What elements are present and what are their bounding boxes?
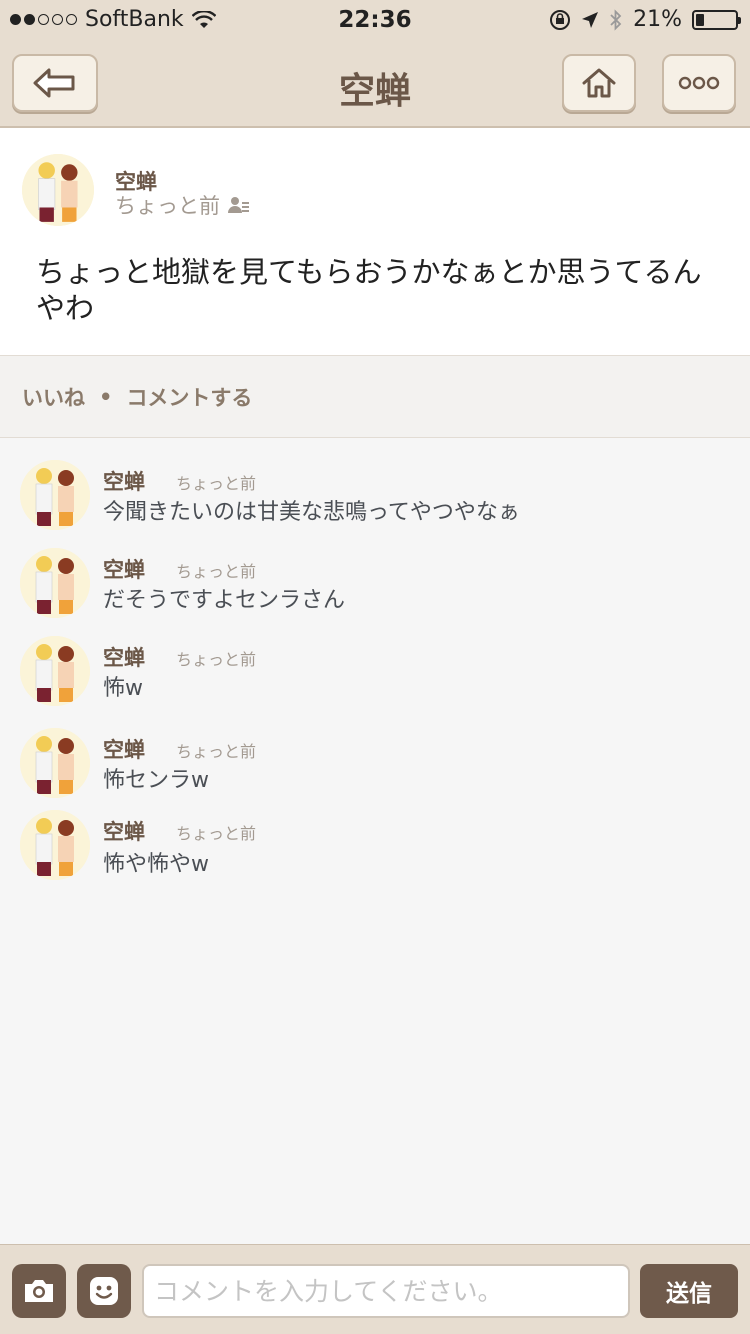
comment-input[interactable] — [142, 1264, 630, 1318]
page-title: 空蝉 — [338, 71, 411, 112]
comment-item: 空蝉 ちょっと前 今聞きたいのは甘美な悲鳴ってやつやなぁ — [0, 450, 750, 540]
post-actions: いいね • コメントする — [0, 356, 750, 438]
send-button[interactable]: 送信 — [640, 1264, 738, 1318]
comment-time: ちょっと前 — [176, 474, 257, 493]
avatar-illustration — [20, 810, 90, 880]
avatar-illustration — [20, 548, 90, 618]
comment-author: 空蝉 — [103, 558, 145, 582]
like-button[interactable]: いいね — [22, 382, 85, 412]
camera-icon — [25, 1280, 53, 1302]
post-body: ちょっと地獄を見てもらおうかなぁとか思うてるんやわ — [36, 255, 702, 325]
avatar[interactable] — [20, 636, 90, 706]
contacts-icon — [228, 197, 249, 213]
comment-item: 空蝉 ちょっと前 だそうですよセンラさん — [0, 538, 750, 628]
location-icon — [582, 11, 599, 28]
home-icon — [582, 68, 616, 98]
status-right: 21% — [549, 7, 741, 32]
avatar-illustration — [20, 460, 90, 530]
post-meta: ちょっと前 — [115, 190, 250, 220]
post-card: 空蝉 ちょっと前 ちょっと地獄を見てもらおうかなぁとか思うてるんやわ — [0, 128, 750, 356]
orientation-lock-icon — [550, 9, 571, 30]
bluetooth-icon — [610, 8, 622, 31]
avatar-illustration — [20, 728, 90, 798]
battery-percent: 21% — [633, 7, 682, 32]
comment-item: 空蝉 ちょっと前 怖w — [0, 626, 750, 716]
home-button[interactable] — [562, 54, 636, 112]
comment-author: 空蝉 — [103, 738, 145, 762]
avatar[interactable] — [20, 548, 90, 618]
battery-icon — [692, 9, 741, 30]
more-button[interactable] — [662, 54, 736, 112]
post-time: ちょっと前 — [115, 194, 220, 218]
avatar[interactable] — [20, 728, 90, 798]
avatar-illustration — [20, 636, 90, 706]
avatar[interactable] — [20, 460, 90, 530]
sticker-icon — [90, 1277, 118, 1305]
comment-button[interactable]: コメントする — [126, 382, 252, 412]
avatar[interactable] — [22, 154, 94, 226]
more-icon — [678, 76, 720, 90]
comment-author: 空蝉 — [103, 470, 145, 494]
action-separator: • — [99, 384, 113, 409]
comment-time: ちょっと前 — [176, 824, 257, 843]
comment-item: 空蝉 ちょっと前 怖センラw — [0, 718, 750, 808]
comment-author: 空蝉 — [103, 820, 145, 844]
comment-time: ちょっと前 — [176, 650, 257, 669]
comment-text: 怖センラw — [103, 768, 209, 793]
comment-text: 怖や怖やw — [103, 852, 209, 877]
camera-button[interactable] — [12, 1264, 66, 1318]
avatar-illustration — [22, 154, 94, 226]
comment-time: ちょっと前 — [176, 562, 257, 581]
comment-text: 怖w — [103, 676, 143, 701]
sticker-button[interactable] — [77, 1264, 131, 1318]
comment-text: 今聞きたいのは甘美な悲鳴ってやつやなぁ — [103, 500, 520, 525]
comment-input-bar: 送信 — [0, 1244, 750, 1334]
comment-text: だそうですよセンラさん — [103, 588, 346, 613]
comment-time: ちょっと前 — [176, 742, 257, 761]
comment-item: 空蝉 ちょっと前 怖や怖やw — [0, 810, 750, 900]
status-bar: SoftBank 22:36 21% — [0, 0, 750, 40]
nav-bar: 空蝉 — [0, 40, 750, 128]
comment-author: 空蝉 — [103, 646, 145, 670]
avatar[interactable] — [20, 810, 90, 880]
